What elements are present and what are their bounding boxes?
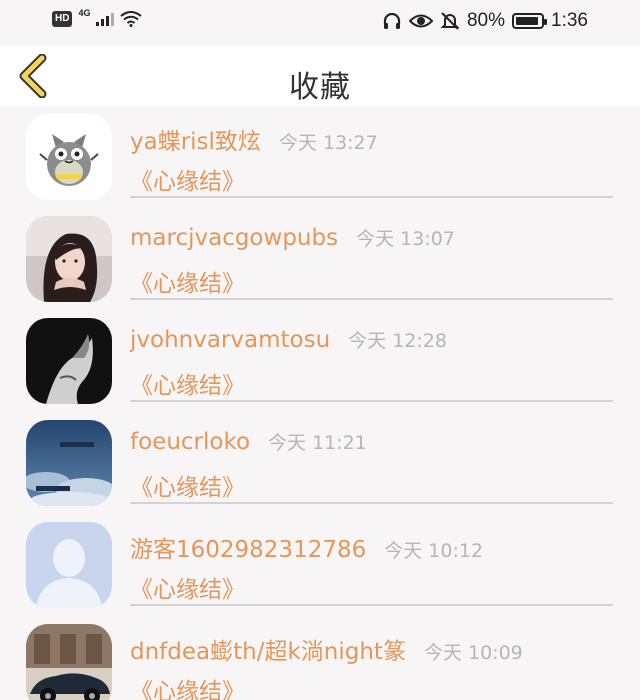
avatar[interactable] (26, 624, 112, 700)
divider (130, 400, 613, 402)
user-name[interactable]: jvohnvarvamtosu (130, 327, 330, 353)
user-name[interactable]: 游客1602982312786 (130, 530, 366, 564)
item-title[interactable]: 《心缘结》 (130, 468, 245, 502)
user-name[interactable]: dnfdea蟛th/超k淌night篆 (130, 632, 406, 666)
avatar[interactable] (26, 522, 112, 608)
list-item[interactable]: ya蝶risl致炫 今天 13:27 《心缘结》 (0, 106, 640, 208)
divider (130, 298, 613, 300)
headphones-icon (383, 12, 401, 29)
timestamp: 今天 12:28 (348, 330, 447, 352)
divider (130, 502, 613, 504)
clock: 1:36 (551, 10, 588, 31)
status-bar: HD 4G 80% 1:36 (0, 0, 640, 46)
list-item[interactable]: jvohnvarvamtosu 今天 12:28 《心缘结》 (0, 310, 640, 412)
avatar[interactable] (26, 114, 112, 200)
woman-photo-avatar (26, 216, 112, 302)
list-item[interactable]: dnfdea蟛th/超k淌night篆 今天 10:09 《心缘结》 (0, 616, 640, 700)
eye-icon (408, 14, 433, 28)
item-title[interactable]: 《心缘结》 (130, 162, 245, 196)
hd-badge: HD (52, 11, 73, 27)
default-user-avatar (26, 522, 112, 608)
timestamp: 今天 13:27 (278, 132, 378, 154)
item-title[interactable]: 《心缘结》 (130, 570, 245, 604)
item-header: 游客1602982312786 今天 10:12 (130, 530, 483, 564)
timestamp: 今天 11:21 (268, 432, 367, 454)
divider (130, 604, 613, 606)
timestamp: 今天 13:07 (356, 228, 455, 250)
item-title[interactable]: 《心缘结》 (130, 672, 245, 700)
status-right: 80% 1:36 (382, 10, 588, 32)
divider (130, 196, 613, 198)
item-header: foeucrloko 今天 11:21 (130, 428, 367, 455)
network-type: 4G (78, 8, 91, 18)
status-left: HD 4G (52, 8, 143, 27)
sky-clouds-avatar (26, 420, 112, 506)
bell-off-icon (440, 12, 460, 30)
item-title[interactable]: 《心缘结》 (130, 264, 245, 298)
item-header: jvohnvarvamtosu 今天 12:28 (130, 326, 447, 353)
item-title[interactable]: 《心缘结》 (130, 366, 245, 400)
avatar[interactable] (26, 216, 112, 302)
item-header: ya蝶risl致炫 今天 13:27 (130, 122, 378, 156)
list-item[interactable]: foeucrloko 今天 11:21 《心缘结》 (0, 412, 640, 514)
avatar[interactable] (26, 420, 112, 506)
signal-icon (96, 12, 115, 26)
list-item[interactable]: marcjvacgowpubs 今天 13:07 《心缘结》 (0, 208, 640, 310)
favorites-list: ya蝶risl致炫 今天 13:27 《心缘结》 marcjvacgowpubs… (0, 106, 640, 700)
page-title: 收藏 (289, 70, 351, 105)
bw-portrait-avatar (26, 318, 112, 404)
item-header: marcjvacgowpubs 今天 13:07 (130, 224, 455, 251)
timestamp: 今天 10:09 (423, 642, 523, 664)
user-name[interactable]: foeucrloko (130, 429, 250, 455)
user-name[interactable]: marcjvacgowpubs (130, 225, 338, 251)
app-header: 收藏 (0, 46, 640, 106)
cartoon-totoro-avatar (26, 114, 112, 200)
battery-percent: 80% (466, 10, 506, 31)
wifi-icon (120, 11, 143, 27)
avatar[interactable] (26, 318, 112, 404)
user-name[interactable]: ya蝶risl致炫 (130, 122, 261, 156)
item-header: dnfdea蟛th/超k淌night篆 今天 10:09 (130, 632, 523, 666)
sports-car-avatar (26, 624, 112, 700)
list-item[interactable]: 游客1602982312786 今天 10:12 《心缘结》 (0, 514, 640, 616)
timestamp: 今天 10:12 (384, 540, 484, 562)
battery-icon (512, 13, 548, 29)
